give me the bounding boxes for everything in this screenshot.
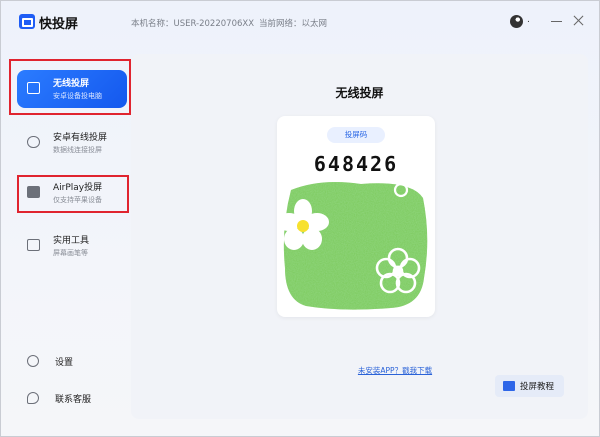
settings-item[interactable]: 设置 [23,352,113,372]
download-app-link[interactable]: 未安装APP？戳我下载 [131,365,529,376]
usb-cable-icon [27,136,40,148]
network-label: 当前网络：以太网 [259,19,328,29]
main-panel: 无线投屏 投屏码 648426 未安装APP？戳我下载 投屏教程 [131,54,588,419]
minimize-icon[interactable] [551,14,562,28]
title-bar: 快投屏 本机名称：USER-20220706XX 当前网络：以太网 . [1,1,600,43]
chat-icon [27,392,39,404]
book-icon [503,381,515,391]
annotation-box-wireless [9,59,131,115]
cast-code-tag: 投屏码 [327,127,385,143]
sidebar-item-sub: 数据线连接投屏 [53,146,102,154]
app-title: 快投屏 [39,17,79,32]
sidebar-item-label: 实用工具 [53,236,90,246]
toolbox-icon [27,239,40,251]
flower-illustration [281,182,428,310]
page-title: 无线投屏 [335,86,384,100]
support-label: 联系客服 [55,395,92,405]
cast-code-card: 投屏码 648426 [277,116,435,317]
support-item[interactable]: 联系客服 [23,389,113,409]
annotation-box-airplay [17,175,129,213]
tutorial-button-label: 投屏教程 [520,382,555,392]
app-logo-icon [19,14,35,29]
cast-code-value: 648426 [313,152,399,176]
app-window: 快投屏 本机名称：USER-20220706XX 当前网络：以太网 . 无线投屏… [0,0,600,437]
user-avatar[interactable] [510,15,523,28]
close-icon[interactable] [573,15,584,26]
sidebar-item-tools[interactable]: 实用工具 屏幕画笔等 [17,227,127,265]
host-name-label: 本机名称：USER-20220706XX [131,19,255,29]
sidebar-item-wired[interactable]: 安卓有线投屏 数据线连接投屏 [17,124,127,162]
tutorial-button[interactable]: 投屏教程 [495,375,564,397]
user-menu-dot[interactable]: . [527,15,530,25]
settings-label: 设置 [55,358,74,368]
sidebar-item-sub: 屏幕画笔等 [53,249,88,257]
gear-icon [27,355,39,367]
sidebar-item-label: 安卓有线投屏 [53,133,108,143]
